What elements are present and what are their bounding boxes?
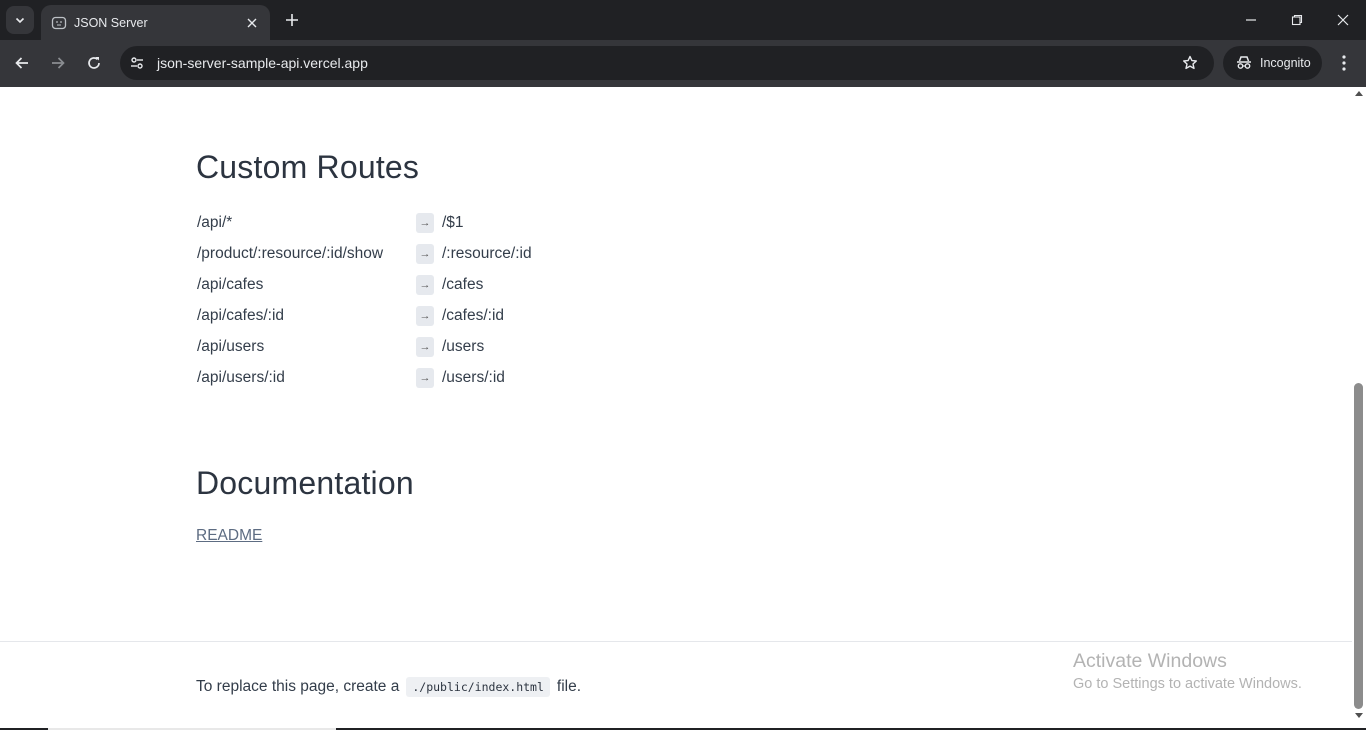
arrow-left-icon (15, 57, 28, 69)
site-info-button[interactable] (123, 49, 151, 77)
route-row: /product/:resource/:id/show → /:resource… (196, 238, 532, 269)
incognito-label: Incognito (1260, 56, 1311, 70)
route-from: /api/* (197, 213, 233, 231)
back-button[interactable] (7, 48, 37, 78)
arrow-right-icon (52, 57, 65, 69)
url-text[interactable]: json-server-sample-api.vercel.app (157, 55, 1175, 71)
tab-json-server[interactable]: JSON Server (41, 5, 270, 40)
chevron-down-icon (15, 17, 25, 24)
route-from: /product/:resource/:id/show (197, 244, 384, 262)
route-from: /api/users (197, 337, 265, 355)
footer-text: To replace this page, create a ./public/… (196, 677, 581, 697)
footer-text-after: file. (556, 678, 582, 695)
arrow-right-icon: → (416, 305, 434, 326)
watermark-title: Activate Windows (1073, 650, 1227, 672)
address-bar[interactable]: json-server-sample-api.vercel.app (120, 46, 1214, 80)
route-to: /users/:id (442, 368, 505, 386)
browser-toolbar: json-server-sample-api.vercel.app Incogn… (0, 40, 1366, 87)
activate-windows-watermark: Activate Windows Go to Settings to activ… (1073, 650, 1302, 692)
footer-code: ./public/index.html (406, 677, 550, 697)
forward-button[interactable] (43, 48, 73, 78)
tab-title: JSON Server (74, 15, 148, 30)
tab-strip: JSON Server (0, 0, 1366, 40)
tab-close-button[interactable] (242, 13, 262, 33)
minimize-button[interactable] (1228, 0, 1274, 40)
tab-search-button[interactable] (6, 6, 34, 34)
incognito-icon (1237, 56, 1251, 69)
bookmark-button[interactable] (1175, 48, 1205, 78)
json-server-face-icon (51, 15, 67, 31)
route-to: /:resource/:id (442, 244, 532, 262)
more-vert-icon (1342, 55, 1346, 71)
route-row: /api/users → /users (196, 331, 532, 362)
plus-icon (286, 14, 298, 26)
reload-icon (88, 57, 100, 69)
route-row: /api/cafes/:id → /cafes/:id (196, 300, 532, 331)
reload-button[interactable] (79, 48, 109, 78)
watermark-subtitle: Go to Settings to activate Windows. (1073, 676, 1302, 692)
restore-button[interactable] (1274, 0, 1320, 40)
arrow-right-icon: → (416, 274, 434, 295)
close-window-button[interactable] (1320, 0, 1366, 40)
readme-link[interactable]: README (196, 527, 262, 545)
arrow-right-icon: → (416, 336, 434, 357)
route-from: /api/cafes (197, 275, 264, 293)
arrow-right-icon: → (416, 212, 434, 233)
route-from: /api/cafes/:id (197, 306, 285, 324)
route-to: /$1 (442, 213, 464, 231)
footer-text-before: To replace this page, create a (196, 678, 400, 695)
route-to: /users (442, 337, 485, 355)
route-to: /cafes (442, 275, 484, 293)
new-tab-button[interactable] (280, 8, 304, 32)
custom-routes-heading: Custom Routes (196, 149, 420, 185)
route-to: /cafes/:id (442, 306, 505, 324)
route-row: /api/cafes → /cafes (196, 269, 532, 300)
star-icon (1183, 55, 1197, 70)
page-viewport: Custom Routes /api/* → /$1 /product/:res… (0, 87, 1366, 728)
documentation-heading: Documentation (196, 465, 414, 501)
routes-table: /api/* → /$1 /product/:resource/:id/show… (196, 207, 532, 393)
tune-icon (131, 57, 143, 69)
route-row: /api/* → /$1 (196, 207, 532, 238)
route-row: /api/users/:id → /users/:id (196, 362, 532, 393)
vertical-scrollbar[interactable] (1352, 87, 1366, 728)
restore-icon (1291, 14, 1303, 26)
footer-divider (0, 641, 1352, 642)
scrollbar-thumb[interactable] (1354, 383, 1363, 709)
close-icon (247, 18, 257, 27)
scroll-up-arrow-icon[interactable] (1355, 90, 1363, 96)
scroll-down-arrow-icon[interactable] (1355, 713, 1363, 719)
incognito-badge[interactable]: Incognito (1223, 46, 1322, 80)
arrow-right-icon: → (416, 243, 434, 264)
minimize-icon (1246, 19, 1256, 21)
browser-menu-button[interactable] (1330, 48, 1358, 78)
close-icon (1337, 14, 1349, 26)
arrow-right-icon: → (416, 367, 434, 388)
route-from: /api/users/:id (197, 368, 285, 386)
